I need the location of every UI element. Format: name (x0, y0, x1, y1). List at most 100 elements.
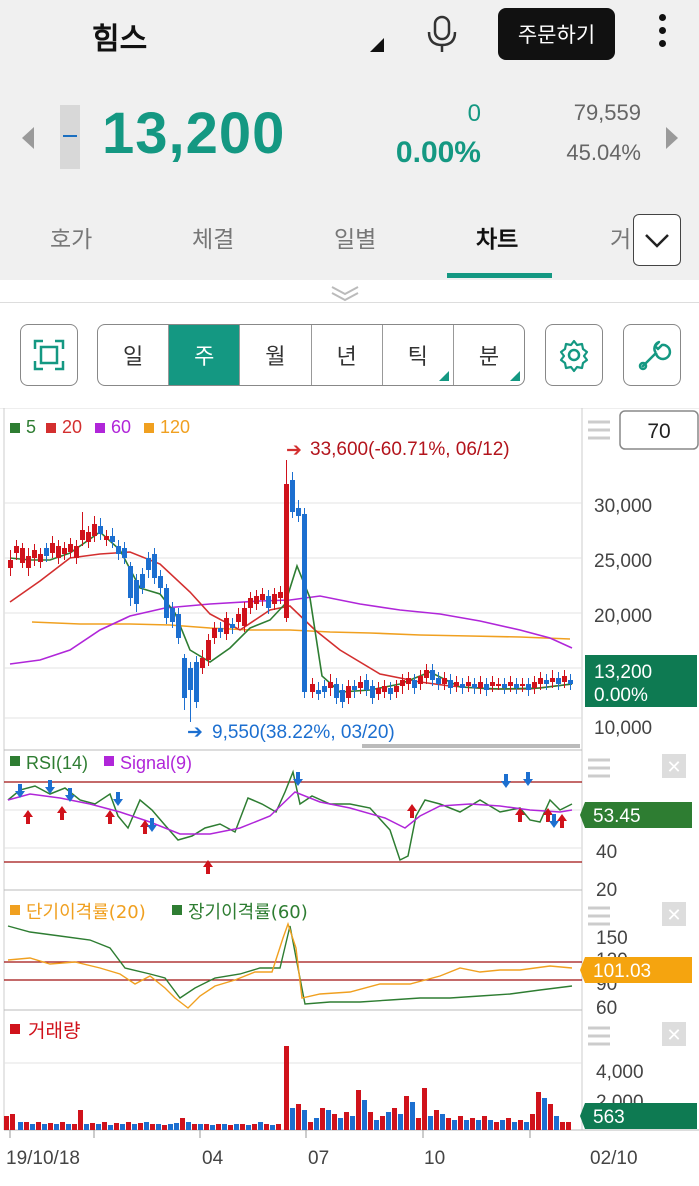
volume-bar (96, 1124, 101, 1130)
period-selector: 일 주 월 년 틱 분 (97, 324, 525, 386)
price-pane-menu-icon[interactable] (588, 420, 610, 440)
tab-orderbook[interactable]: 호가 (50, 220, 92, 254)
tab-daily[interactable]: 일별 (334, 220, 376, 254)
low-annotation: 9,550(38.22%, 03/20) (212, 722, 395, 743)
candle-body (454, 682, 459, 686)
candle-body (496, 684, 501, 686)
volume-bar (338, 1118, 343, 1130)
candle-body (266, 596, 271, 608)
volume-bar (314, 1118, 319, 1130)
indicator-tools-button[interactable] (623, 324, 681, 386)
candle-body (328, 682, 333, 688)
volume-bar (536, 1092, 541, 1130)
volume-tick-4000: 4,000 (596, 1062, 644, 1083)
candle-body (212, 628, 217, 638)
candle-body (14, 546, 19, 553)
stock-chart[interactable]: 30,00025,00020,00015,00010,000 5 20 60 1… (0, 407, 699, 1181)
candle-count[interactable]: 70 (647, 420, 670, 443)
candle-body (514, 684, 519, 688)
period-tick[interactable]: 틱 (383, 325, 454, 385)
candle-body (26, 556, 31, 568)
disparity-long-line (7, 925, 573, 1005)
candle-body (152, 554, 157, 578)
volume-bar (240, 1124, 245, 1130)
candle-body (376, 688, 381, 694)
volume-bar (54, 1124, 59, 1130)
volume-bar (144, 1122, 149, 1130)
svg-text:✕: ✕ (666, 905, 681, 925)
candle-body (164, 588, 169, 618)
chart-area[interactable]: 30,00025,00020,00015,00010,000 5 20 60 1… (0, 407, 699, 1181)
submenu-corner-icon (438, 371, 449, 381)
microphone-icon[interactable] (422, 14, 462, 54)
chart-current-price: 13,200 (594, 662, 652, 683)
period-day[interactable]: 일 (98, 325, 170, 385)
volume-bar (320, 1108, 325, 1130)
candle-body (194, 662, 199, 702)
stock-name[interactable]: 힘스 (92, 14, 147, 58)
disparity-menu-icon[interactable] (588, 906, 610, 926)
candle-body (182, 658, 187, 698)
candle-body (484, 684, 489, 690)
period-month-label: 월 (265, 345, 286, 370)
stock-dropdown-icon[interactable] (370, 38, 384, 52)
tab-chart[interactable]: 차트 (476, 220, 518, 254)
next-stock-arrow-icon[interactable] (666, 127, 678, 149)
candle-body (38, 554, 43, 562)
chart-current-pct: 0.00% (594, 685, 648, 706)
volume-bar (368, 1112, 373, 1130)
volume-bar (78, 1110, 83, 1130)
candle-body (290, 480, 295, 512)
order-button[interactable]: 주문하기 (498, 8, 615, 60)
period-minute[interactable]: 분 (454, 325, 524, 385)
volume-bar (506, 1118, 511, 1130)
candle-body (80, 530, 85, 540)
volume-bar (302, 1110, 307, 1130)
volume-bars (4, 1046, 571, 1130)
period-month[interactable]: 월 (240, 325, 312, 385)
candle-body (568, 680, 573, 684)
rsi-tick-20: 20 (596, 880, 617, 901)
chart-scrollbar[interactable] (362, 744, 580, 748)
expand-tabs-button[interactable] (633, 214, 681, 266)
candle-body (278, 592, 283, 598)
candle-body (550, 678, 555, 682)
chart-settings-button[interactable] (545, 324, 603, 386)
volume-bar (60, 1122, 65, 1130)
fullscreen-button[interactable] (20, 324, 78, 386)
buy-signal-arrow-icon (105, 810, 115, 824)
signal-legend: Signal(9) (120, 753, 192, 773)
volume-bar (108, 1125, 113, 1130)
volume-bar (566, 1122, 571, 1130)
volume-bar (512, 1122, 517, 1130)
period-year[interactable]: 년 (312, 325, 383, 385)
tab-trades[interactable]: 체결 (192, 220, 234, 254)
candle-body (508, 682, 513, 686)
disparity-long-legend: 장기이격률(60) (188, 902, 308, 923)
rsi-value: 53.45 (593, 806, 641, 827)
candle-body (400, 680, 405, 686)
settings-gear-icon (559, 339, 589, 373)
volume-bar (48, 1123, 53, 1130)
volume-bar (392, 1108, 397, 1130)
sheet-handle-icon[interactable] (330, 284, 360, 302)
more-menu-icon[interactable] (652, 14, 672, 54)
volume-bar (356, 1090, 361, 1130)
tab-more[interactable]: 거 (610, 220, 631, 254)
candle-body (32, 550, 37, 558)
candle-body (74, 546, 79, 558)
volume-bar (308, 1122, 313, 1130)
period-week[interactable]: 주 (169, 325, 241, 385)
candle-body (128, 566, 133, 598)
candle-body (140, 574, 145, 588)
volume-menu-icon[interactable] (588, 1026, 610, 1046)
volume-bar (386, 1112, 391, 1130)
candle-body (296, 508, 301, 516)
rsi-menu-icon[interactable] (588, 758, 610, 778)
disparity-tick-150: 150 (596, 928, 628, 949)
submenu-corner-icon (510, 371, 521, 381)
prev-stock-arrow-icon[interactable] (22, 127, 34, 149)
volume-bar (470, 1118, 475, 1130)
candle-body (44, 548, 49, 556)
candle-body (478, 682, 483, 688)
